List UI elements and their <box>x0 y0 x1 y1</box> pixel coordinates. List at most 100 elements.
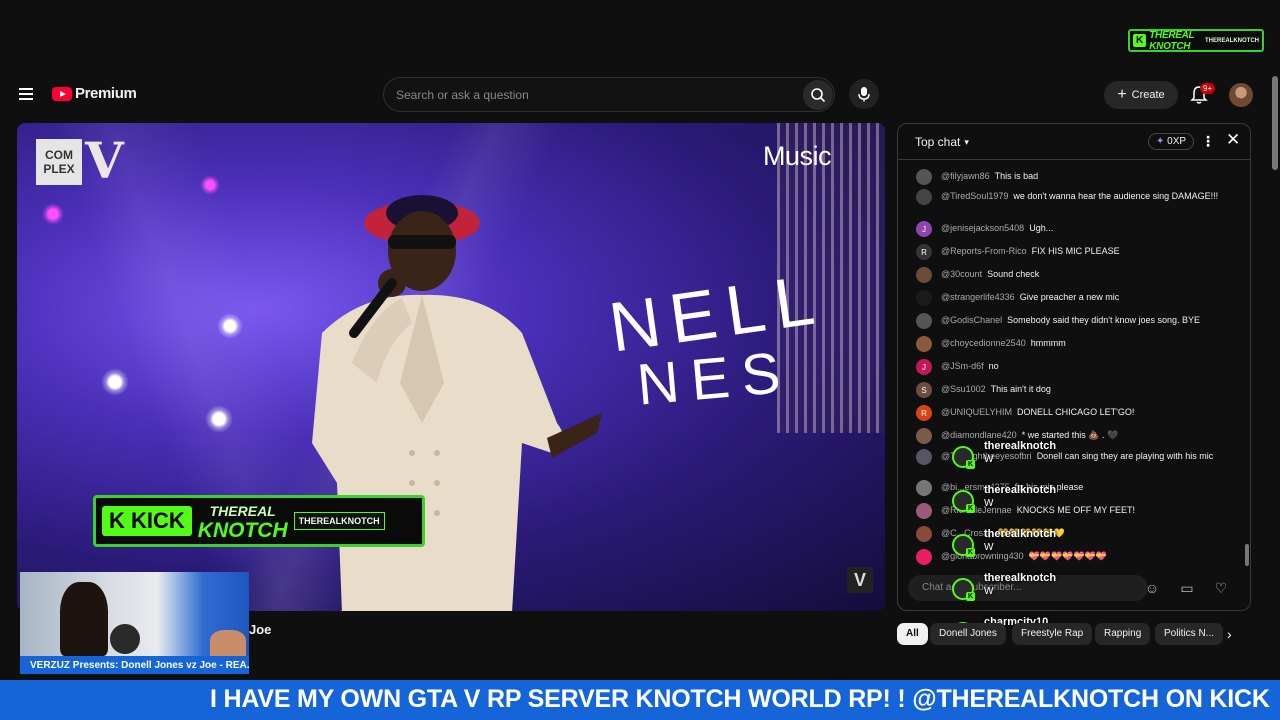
account-avatar[interactable] <box>1229 83 1253 107</box>
channel-watermark[interactable]: V <box>847 567 873 593</box>
chat-author[interactable]: @strangerlife4336 <box>941 292 1015 302</box>
create-button[interactable]: + Create <box>1104 81 1178 109</box>
chat-avatar[interactable] <box>916 526 932 542</box>
chevron-right-icon[interactable]: › <box>1227 626 1232 642</box>
chat-message: @GodisChanel Somebody said they didn't kn… <box>916 313 1236 329</box>
search-icon <box>811 88 826 103</box>
voice-search-button[interactable] <box>849 79 879 109</box>
kick-logo: K KICK <box>102 506 192 536</box>
chat-text: Ugh... <box>1029 223 1054 233</box>
chat-message-body: @Ssu1002 This ain't it dog <box>941 384 1051 398</box>
chat-author[interactable]: @TiredSoul1979 <box>941 191 1008 201</box>
overlay-message: W <box>984 586 994 597</box>
chat-author[interactable]: @Reports-From-Rico <box>941 246 1027 256</box>
chat-message: R @Reports-From-Rico FIX HIS MIC PLEASE <box>916 244 1236 260</box>
chip-all[interactable]: All <box>897 623 928 645</box>
chat-message: @filyjawn86 This is bad <box>916 169 1236 185</box>
search-button[interactable] <box>803 80 833 110</box>
chat-avatar[interactable] <box>916 189 932 205</box>
chip-donell-jones[interactable]: Donell Jones <box>930 623 1006 645</box>
chat-message-body: @Reports-From-Rico FIX HIS MIC PLEASE <box>941 246 1120 260</box>
chat-avatar[interactable] <box>916 267 932 283</box>
chat-message: @TiredSoul1979 we don't wanna hear the au… <box>916 189 1236 205</box>
stage-screen-text-line2: NES <box>634 339 795 418</box>
chat-message: R @UNIQUELYHIM DONELL CHICAGO LET'GO! <box>916 405 1236 421</box>
stage-spotlight <box>217 313 243 339</box>
overlay-message: W <box>984 454 994 465</box>
chat-avatar[interactable] <box>916 480 932 496</box>
chat-author[interactable]: @30count <box>941 269 982 279</box>
more-options-icon[interactable]: ⋮ <box>1201 133 1215 150</box>
kick-badge-icon: K <box>966 504 975 513</box>
chat-avatar[interactable] <box>916 503 932 519</box>
chat-author[interactable]: @choycedionne2540 <box>941 338 1026 348</box>
chat-author[interactable]: @jenisejackson5408 <box>941 223 1024 233</box>
apple-music-text: Music <box>763 141 832 171</box>
kick-corner-k: K <box>1133 34 1147 47</box>
chat-avatar[interactable]: J <box>916 221 932 237</box>
chip-rapping[interactable]: Rapping <box>1095 623 1151 645</box>
related-chips: Politics N... Rapping Freestyle Rap Donell … <box>897 623 1247 647</box>
xp-badge[interactable]: ✦ 0XP <box>1148 133 1195 150</box>
kick-badge-icon: K <box>966 548 975 557</box>
chat-avatar[interactable]: S <box>916 382 932 398</box>
chat-message-body: @GodisChanel Somebody said they didn't kn… <box>941 315 1200 329</box>
chat-author[interactable]: @GodisChanel <box>941 315 1002 325</box>
chat-avatar[interactable]: R <box>916 405 932 421</box>
streamer-webcam <box>20 572 249 656</box>
chat-message-body: @jenisejackson5408 Ugh... <box>941 223 1053 237</box>
chat-avatar[interactable] <box>916 290 932 306</box>
video-title: Joe <box>249 622 272 637</box>
youtube-header: Premium Search or ask a question + Creat… <box>0 75 1270 115</box>
stage-spotlight <box>200 175 220 195</box>
top-chat-dropdown[interactable]: Top chat ▾ <box>915 135 969 149</box>
create-label: Create <box>1131 89 1165 101</box>
chat-text: Somebody said they didn't know joes song… <box>1007 315 1201 325</box>
chat-author[interactable]: @filyjawn86 <box>941 171 990 181</box>
plus-icon: + <box>1117 86 1127 103</box>
chat-text: hmmmm <box>1030 338 1066 348</box>
chat-avatar[interactable] <box>916 449 932 465</box>
chat-avatar[interactable] <box>916 549 932 565</box>
kick-corner-overlay: K THEREAL KNOTCH THEREALKNOTCH <box>1128 29 1264 52</box>
chat-author[interactable]: @UNIQUELYHIM <box>941 407 1012 417</box>
logo-text: Premium <box>75 85 137 102</box>
chat-text: DONELL CHICAGO LET'GO! <box>1016 407 1135 417</box>
chat-message-body: @filyjawn86 This is bad <box>941 171 1038 185</box>
complex-logo: COM PLEX <box>36 139 82 185</box>
search-input[interactable]: Search or ask a question <box>383 77 835 112</box>
chat-text: FIX HIS MIC PLEASE <box>1031 246 1120 256</box>
overlay-username: therealknotch <box>984 440 1057 452</box>
ticker-text: I HAVE MY OWN GTA V RP SERVER KNOTCH WOR… <box>210 685 1270 713</box>
chat-avatar[interactable] <box>916 428 932 444</box>
chat-author[interactable]: @Ssu1002 <box>941 384 986 394</box>
youtube-premium-logo[interactable]: Premium <box>52 85 137 102</box>
chat-author[interactable]: @JSm-d6f <box>941 361 984 371</box>
kick-overlay-title: THEREAL KNOTCH <box>197 502 288 542</box>
chat-message-body: @choycedionne2540 hmmmm <box>941 338 1066 352</box>
chip-freestyle-rap[interactable]: Freestyle Rap <box>1012 623 1093 645</box>
chevron-down-icon: ▾ <box>964 136 969 147</box>
chat-avatar[interactable] <box>916 169 932 185</box>
notification-badge: 9+ <box>1200 83 1216 94</box>
ticker-banner: I HAVE MY OWN GTA V RP SERVER KNOTCH WOR… <box>0 680 1280 720</box>
page-scrollbar[interactable] <box>1272 76 1278 170</box>
overlay-message: W <box>984 498 994 509</box>
chat-message-body: @TiredSoul1979 we don't wanna hear the au… <box>941 191 1218 205</box>
chat-avatar[interactable]: J <box>916 359 932 375</box>
background-person <box>110 624 140 654</box>
chat-avatar[interactable] <box>916 313 932 329</box>
chat-avatar[interactable]: R <box>916 244 932 260</box>
chat-message-body: @UNIQUELYHIM DONELL CHICAGO LET'GO! <box>941 407 1134 421</box>
background-person <box>210 630 246 656</box>
menu-icon[interactable] <box>19 88 33 100</box>
kick-overlay-title-main: KNOTCH <box>197 519 288 542</box>
close-icon[interactable]: ✕ <box>1226 130 1240 150</box>
chat-text: This is bad <box>994 171 1039 181</box>
kick-badge-icon: K <box>966 592 975 601</box>
chat-avatar[interactable] <box>916 336 932 352</box>
stage-spotlight <box>42 203 64 225</box>
chip-politics-n-[interactable]: Politics N... <box>1155 623 1224 645</box>
stage-spotlight <box>205 405 233 433</box>
chat-header: Top chat ▾ ✦ 0XP ⋮ ✕ <box>898 124 1250 160</box>
